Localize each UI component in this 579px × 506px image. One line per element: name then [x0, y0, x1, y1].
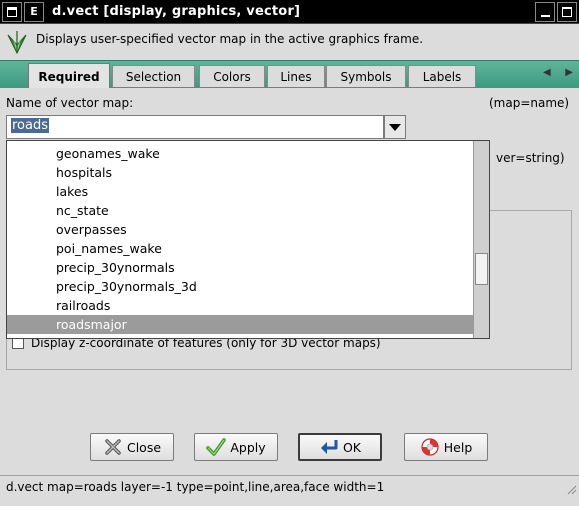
maximize-button[interactable] [557, 2, 577, 22]
list-item[interactable]: railroads [7, 296, 489, 315]
window-title: d.vect [display, graphics, vector] [52, 4, 301, 19]
map-name-label: Name of vector map: [6, 96, 134, 110]
required-panel: Name of vector map: (map=name) roads ver… [0, 88, 579, 468]
layer-hint: ver=string) [496, 151, 565, 165]
map-dropdown-button[interactable] [384, 115, 406, 139]
button-row: Close Apply OK Help [0, 433, 579, 461]
ok-button[interactable]: OK [298, 433, 382, 461]
list-item[interactable]: overpasses [7, 220, 489, 239]
map-name-value: roads [11, 118, 50, 133]
tab-scroll-left-icon[interactable]: ◀ [543, 67, 551, 83]
tab-labels[interactable]: Labels [408, 65, 476, 87]
minimize-button[interactable] [535, 2, 555, 22]
map-name-hint: (map=name) [489, 96, 570, 110]
chevron-down-icon [389, 123, 401, 131]
list-item[interactable]: precip_30ynormals [7, 258, 489, 277]
list-item-partial[interactable] [7, 140, 490, 141]
map-dropdown-list[interactable]: geonames_wake hospitals lakes nc_state o… [6, 140, 490, 339]
tab-required[interactable]: Required [28, 63, 110, 89]
list-item[interactable]: geonames_wake [7, 144, 489, 163]
tab-symbols[interactable]: Symbols [326, 65, 406, 87]
window-menu-button[interactable] [2, 1, 22, 22]
close-label: Close [126, 439, 162, 455]
close-button[interactable]: Close [90, 433, 174, 461]
list-item[interactable]: nc_state [7, 201, 489, 220]
list-item-selected[interactable]: roadsmajor [7, 315, 489, 334]
ok-label: OK [342, 439, 362, 455]
menu-icon [7, 6, 17, 17]
lifebuoy-icon [421, 438, 439, 456]
tab-selection[interactable]: Selection [112, 65, 195, 87]
tab-scroll-arrows[interactable]: ◀ ▶ [543, 67, 573, 83]
list-item[interactable]: poi_names_wake [7, 239, 489, 258]
tab-colors[interactable]: Colors [199, 65, 265, 87]
command-preview: d.vect map=roads layer=-1 type=point,lin… [6, 480, 385, 494]
title-bar: E d.vect [display, graphics, vector] [0, 0, 579, 24]
resize-grip-icon[interactable] [565, 483, 577, 495]
list-item[interactable]: hospitals [7, 163, 489, 182]
grass-logo-icon [7, 31, 27, 55]
apply-button[interactable]: Apply [194, 433, 278, 461]
list-item[interactable]: precip_30ynormals_3d [7, 277, 489, 296]
checkmark-icon [206, 438, 227, 456]
maximize-icon [562, 7, 572, 17]
module-description: Displays user-specified vector map in th… [0, 24, 579, 60]
help-button[interactable]: Help [404, 433, 488, 461]
tab-lines[interactable]: Lines [267, 65, 325, 87]
map-name-input[interactable]: roads [6, 115, 384, 139]
scrollbar-thumb[interactable] [475, 253, 488, 285]
apply-label: Apply [230, 439, 266, 455]
dropdown-scrollbar[interactable] [473, 141, 489, 338]
e-button[interactable]: E [24, 1, 44, 22]
close-icon [105, 439, 121, 455]
list-item[interactable]: lakes [7, 182, 489, 201]
status-bar: d.vect map=roads layer=-1 type=point,lin… [0, 475, 579, 497]
minimize-icon [540, 15, 550, 17]
tab-scroll-right-icon[interactable]: ▶ [565, 67, 573, 83]
return-arrow-icon [320, 440, 338, 454]
help-label: Help [443, 439, 473, 455]
description-text: Displays user-specified vector map in th… [36, 32, 424, 46]
tab-strip: Required Selection Colors Lines Symbols … [0, 60, 579, 89]
